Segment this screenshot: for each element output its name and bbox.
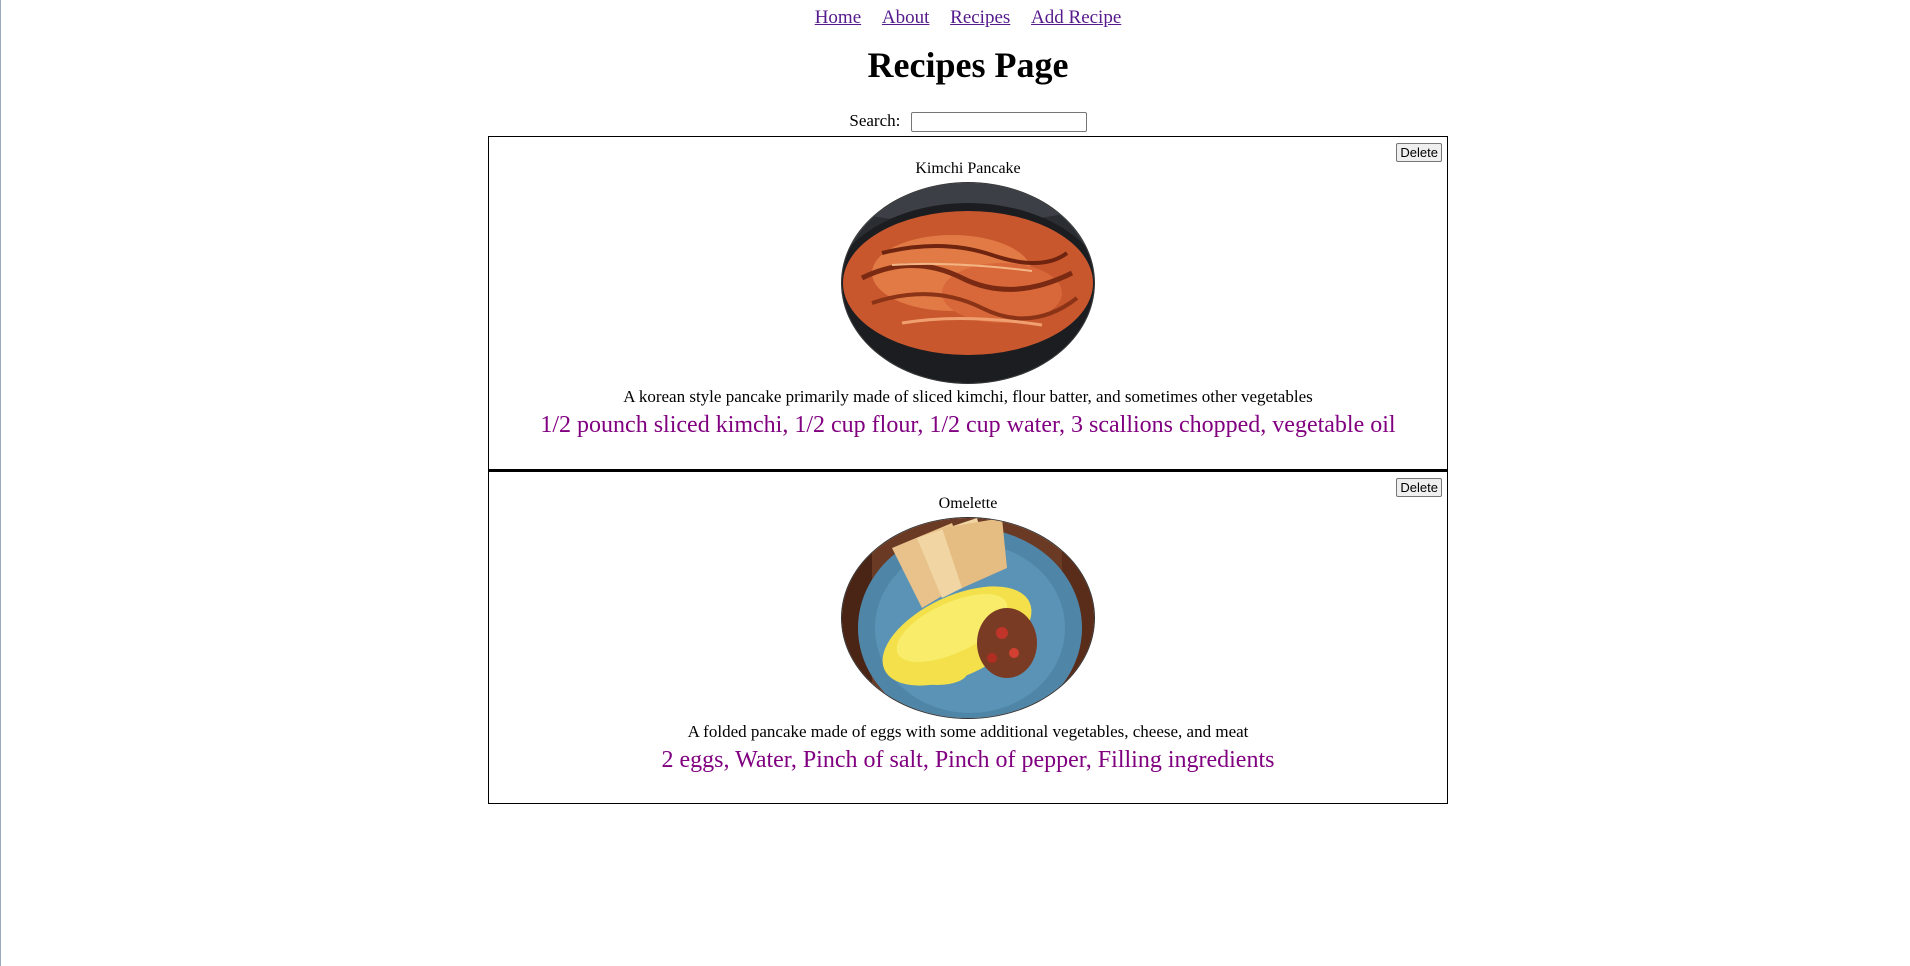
search-bar: Search:: [0, 111, 1910, 133]
recipe-name: Omelette: [938, 495, 998, 512]
nav-link-recipes[interactable]: Recipes: [950, 7, 1010, 28]
recipe-card-omelette: Delete Omelette A folded pancake made of…: [488, 470, 1448, 804]
omelette-photo: [841, 517, 1095, 719]
kimchi-pancake-photo: [841, 182, 1095, 384]
nav-link-home[interactable]: Home: [815, 7, 861, 28]
top-nav: Home About Recipes Add Recipe: [0, 7, 1910, 29]
search-label: Search:: [849, 111, 901, 130]
recipe-list: Delete Kimchi Pancake A korean style pan…: [488, 136, 1448, 804]
recipes-page: Home About Recipes Add Recipe Recipes Pa…: [0, 0, 1910, 966]
recipe-description: A folded pancake made of eggs with some …: [687, 722, 1249, 741]
kimchi-pancake-image: [842, 183, 1094, 383]
search-input[interactable]: [910, 112, 1087, 133]
page-title: Recipes Page: [867, 45, 1069, 85]
nav-link-about[interactable]: About: [882, 7, 930, 28]
recipe-card-kimchi-pancake: Delete Kimchi Pancake A korean style pan…: [488, 136, 1448, 470]
recipe-description: A korean style pancake primarily made of…: [623, 387, 1313, 406]
nav-link-add-recipe[interactable]: Add Recipe: [1031, 7, 1121, 28]
omelette-image: [842, 518, 1094, 718]
recipe-ingredients: 1/2 pounch sliced kimchi, 1/2 cup flour,…: [540, 412, 1396, 438]
recipe-ingredients: 2 eggs, Water, Pinch of salt, Pinch of p…: [661, 747, 1275, 773]
recipe-name: Kimchi Pancake: [915, 160, 1021, 177]
